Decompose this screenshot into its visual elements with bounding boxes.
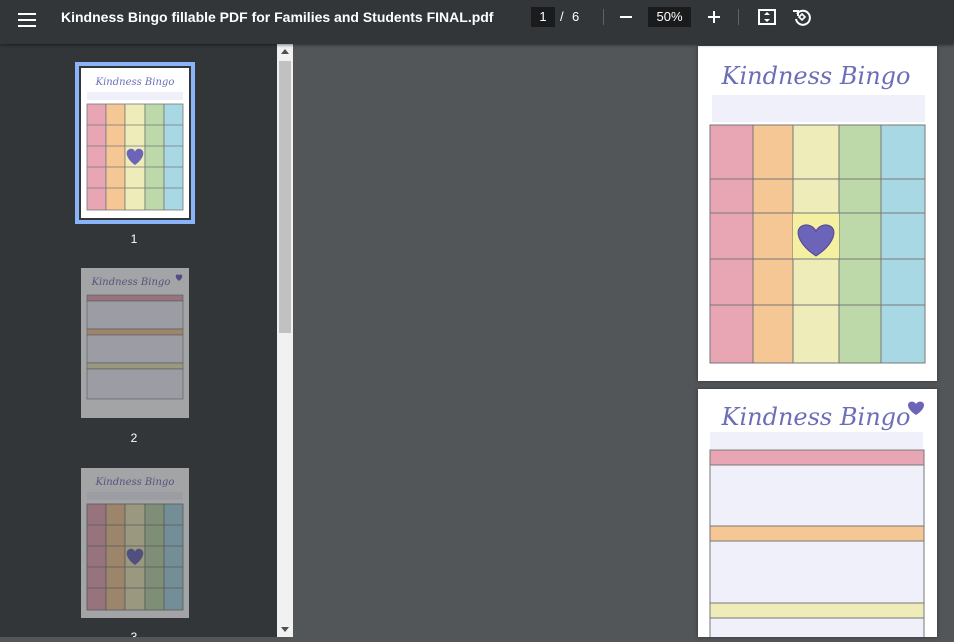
thumbnail-2-label: 2 bbox=[130, 431, 138, 445]
thumbnail-page-1[interactable]: Kindness Bingo bbox=[75, 62, 195, 224]
thumbnail-3-image: Kindness Bingo bbox=[86, 477, 184, 611]
scroll-up-icon[interactable] bbox=[281, 49, 289, 54]
document-page-1: Kindness Bingo bbox=[698, 46, 937, 381]
thumbnail-3-label: 3 bbox=[130, 630, 138, 637]
minus-icon bbox=[620, 16, 632, 18]
zoom-in-button[interactable] bbox=[702, 5, 726, 29]
document-page-2: Kindness Bingo bbox=[698, 389, 937, 642]
thumbnail-page-2[interactable]: Kindness Bingo bbox=[81, 268, 189, 418]
fit-to-page-button[interactable] bbox=[755, 5, 779, 29]
plus-icon bbox=[708, 11, 720, 23]
rotate-icon bbox=[793, 9, 811, 26]
zoom-out-button[interactable] bbox=[614, 5, 638, 29]
thumbnail-page-3[interactable]: Kindness Bingo bbox=[81, 468, 189, 618]
page-2-brand-text: Kindness Bingo bbox=[721, 403, 911, 431]
thumbnail-3-brand-text: Kindness Bingo bbox=[95, 477, 175, 488]
thumbnail-1-label: 1 bbox=[130, 232, 138, 246]
sidebar-scrollbar[interactable] bbox=[277, 44, 293, 637]
toolbar-divider bbox=[738, 9, 739, 25]
toolbar-divider bbox=[603, 9, 604, 25]
scroll-down-icon[interactable] bbox=[281, 627, 289, 632]
fit-page-icon bbox=[758, 9, 776, 25]
page-1-brand-text: Kindness Bingo bbox=[721, 62, 911, 90]
document-title: Kindness Bingo fillable PDF for Families… bbox=[61, 9, 494, 25]
menu-icon[interactable] bbox=[16, 10, 40, 34]
sidebar-scroll-thumb[interactable] bbox=[279, 61, 291, 333]
page-separator: / bbox=[560, 9, 564, 24]
page-number-input[interactable]: 1 bbox=[531, 7, 555, 27]
zoom-level-input[interactable]: 50% bbox=[648, 7, 691, 27]
bingo-list-page: Kindness Bingo bbox=[709, 401, 925, 642]
thumbnail-sidebar: Kindness Bingo 1 Kindness Bingo 2 Kindne… bbox=[0, 44, 277, 637]
rotate-button[interactable] bbox=[790, 5, 814, 29]
thumbnail-2-image: Kindness Bingo bbox=[86, 274, 184, 400]
page-total: 6 bbox=[572, 9, 580, 24]
bingo-card-page: Kindness Bingo bbox=[709, 62, 926, 364]
thumbnail-1-brand-text: Kindness Bingo bbox=[95, 77, 175, 88]
thumbnail-2-brand-text: Kindness Bingo bbox=[91, 277, 171, 288]
thumbnail-1-image: Kindness Bingo bbox=[86, 77, 184, 211]
pdf-toolbar: Kindness Bingo fillable PDF for Families… bbox=[0, 0, 954, 44]
